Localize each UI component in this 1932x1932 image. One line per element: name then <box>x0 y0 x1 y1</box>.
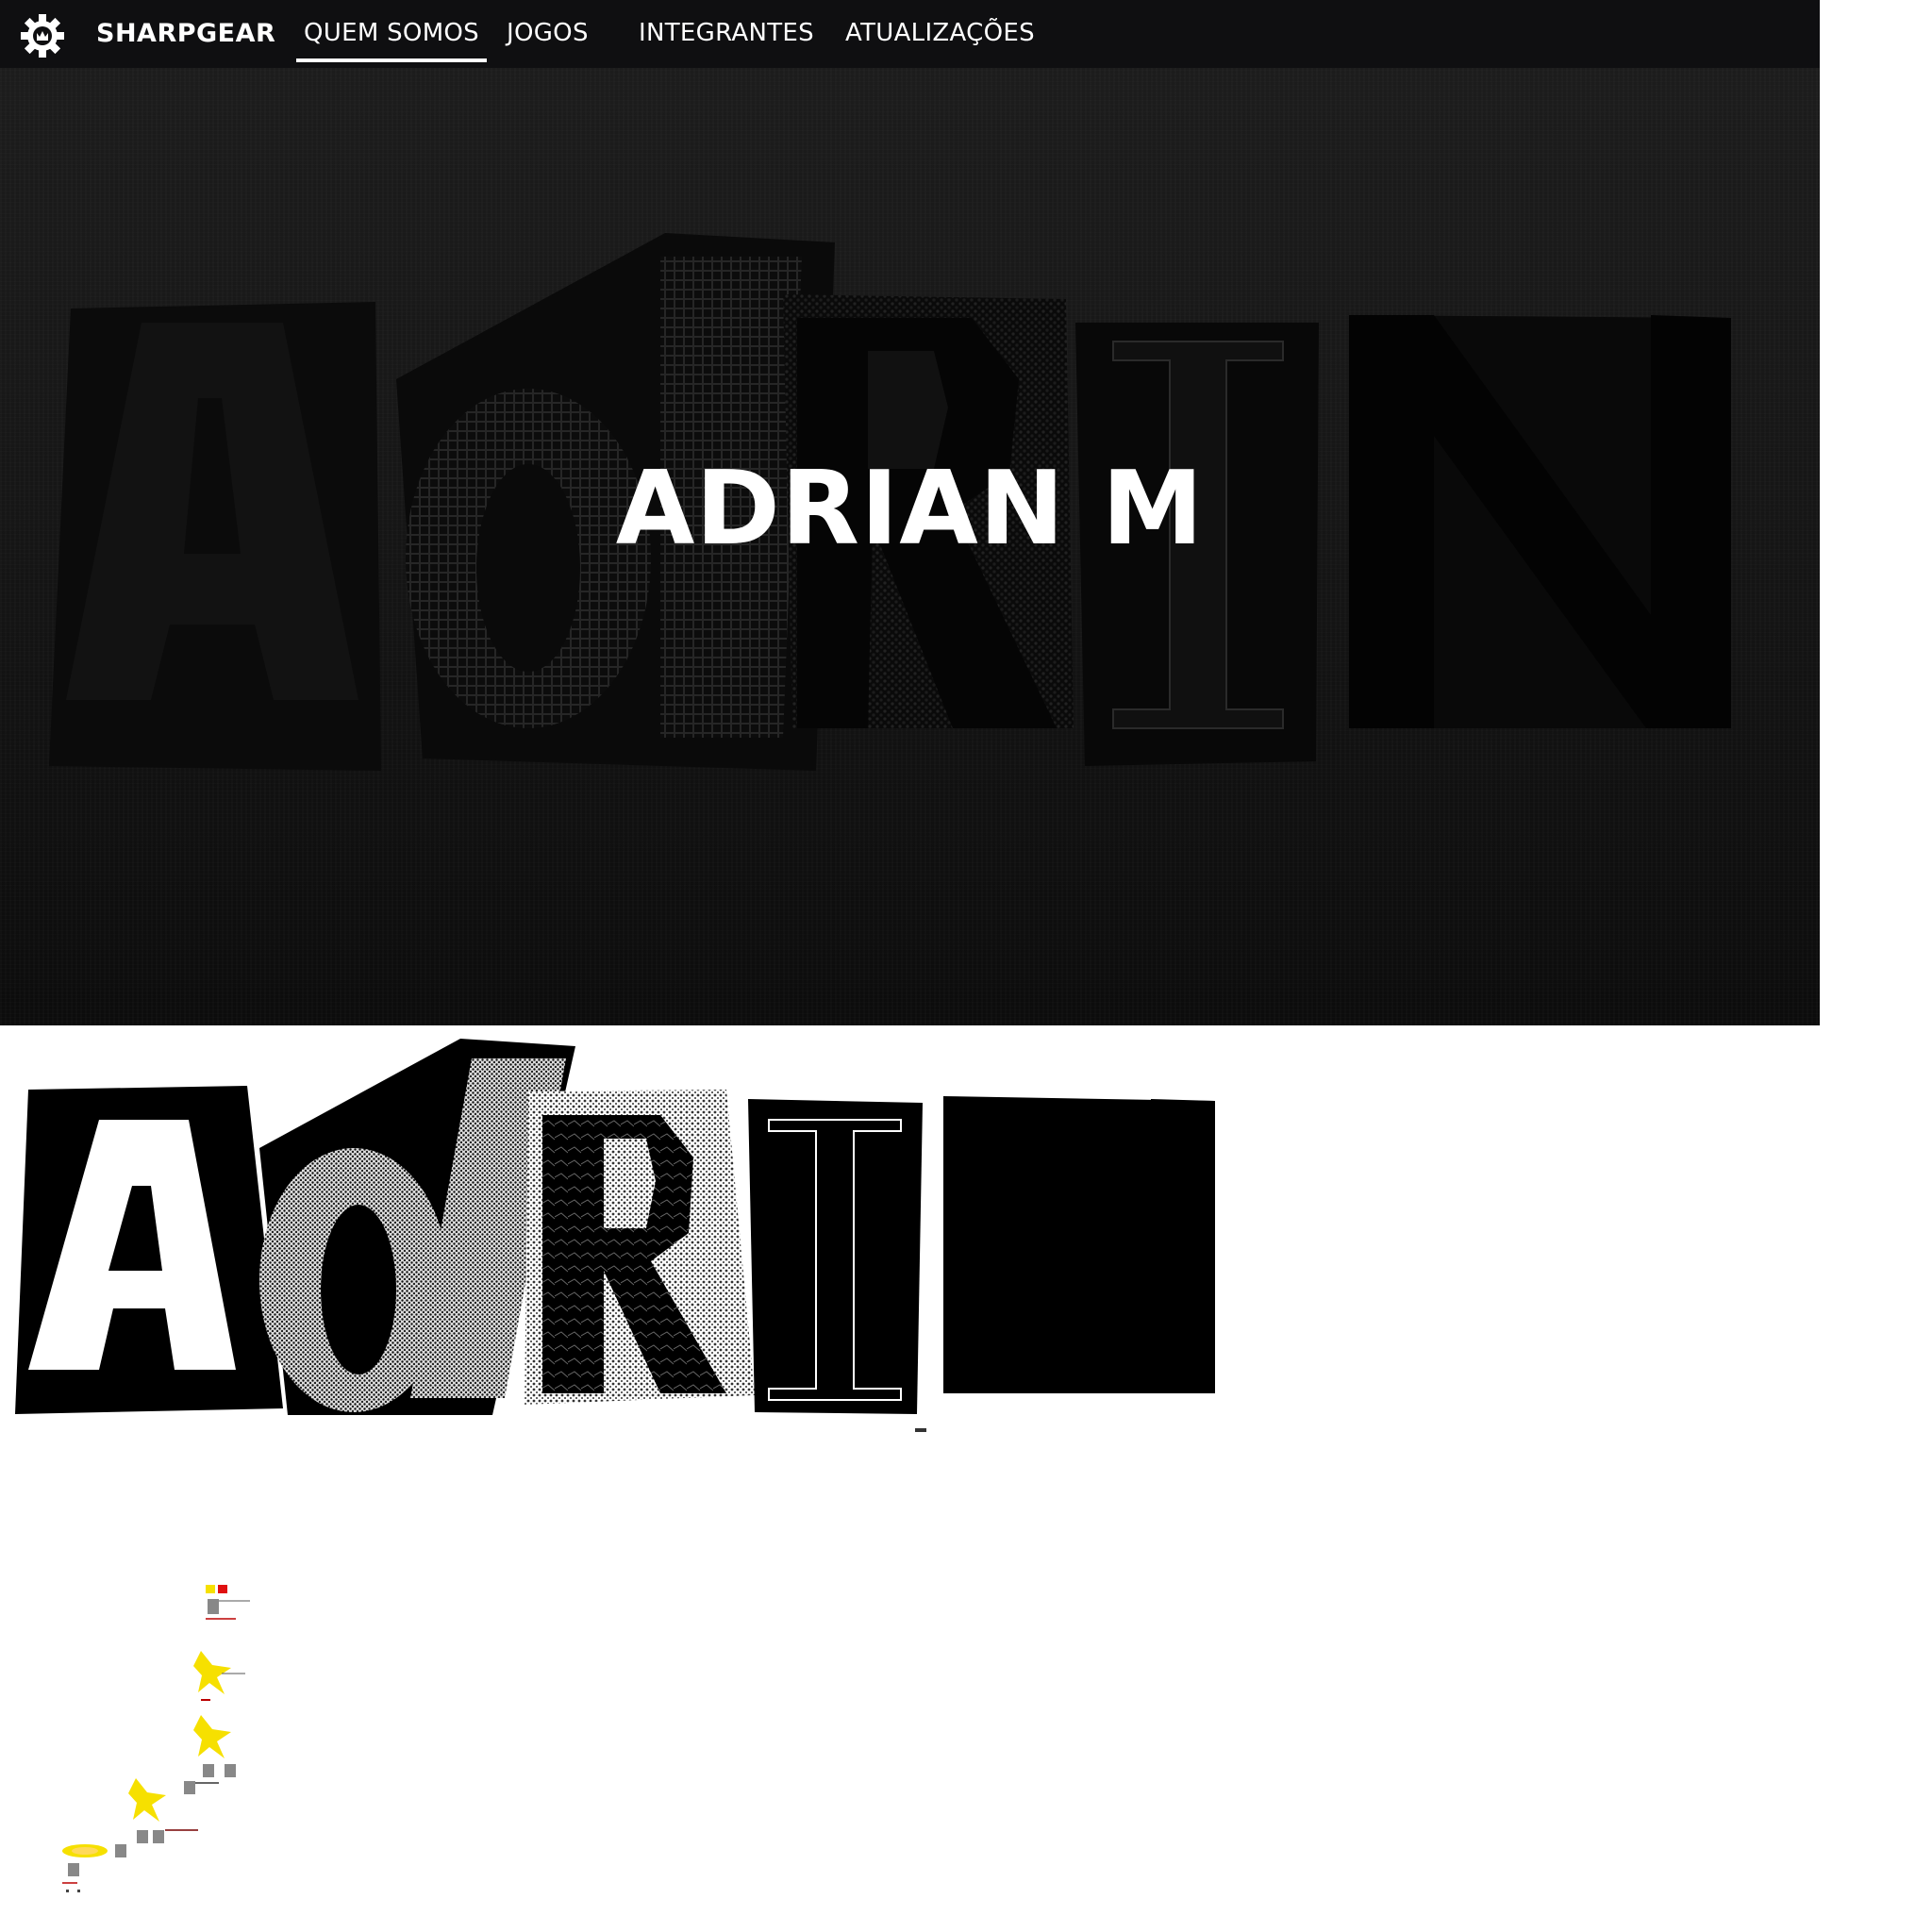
nav-link-atualizacoes[interactable]: ATUALIZAÇÕES <box>845 19 1035 47</box>
sprite-progression-diagram <box>62 1585 250 1892</box>
nav-link-quem-somos[interactable]: QUEM SOMOS <box>296 19 487 62</box>
nav-link-integrantes[interactable]: INTEGRANTES <box>639 19 814 47</box>
top-navbar: SHARPGEAR QUEM SOMOS JOGOS INTEGRANTES A… <box>0 0 1820 68</box>
hero-title: ADRIAN M <box>615 450 1205 568</box>
name-collage-image <box>15 1039 1215 1432</box>
hero-banner: ADRIAN M <box>0 68 1820 1025</box>
nav-link-jogos[interactable]: JOGOS <box>507 19 589 47</box>
gear-logo-icon[interactable] <box>19 12 66 59</box>
brand-name[interactable]: SHARPGEAR <box>96 19 275 48</box>
